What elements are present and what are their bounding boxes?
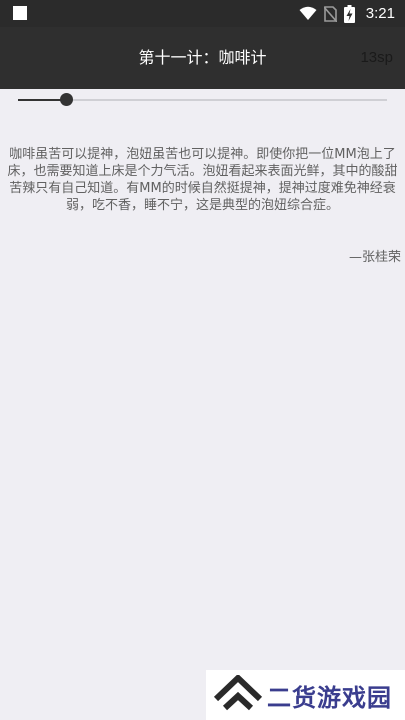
app-bar: 第十一计：咖啡计 13sp <box>0 27 405 89</box>
page-title: 第十一计：咖啡计 <box>138 48 267 67</box>
no-sim-icon <box>323 5 337 22</box>
battery-charging-icon <box>343 4 355 23</box>
watermark-text: 二货游戏园 <box>267 683 392 712</box>
wifi-icon <box>299 6 317 20</box>
article-body: 咖啡虽苦可以提神，泡妞虽苦也可以提神。即使你把一位MM泡上了床，也需要知道上床是… <box>7 147 398 213</box>
font-size-slider[interactable] <box>18 93 387 107</box>
watermark: 二货游戏园 <box>206 670 405 720</box>
notification-square-icon <box>13 6 27 20</box>
slider-track[interactable] <box>18 99 387 101</box>
status-icons: 3:21 <box>299 0 395 27</box>
status-bar: 3:21 <box>0 0 405 27</box>
watermark-logo-icon <box>214 675 262 711</box>
article-author: —张桂荣 <box>348 250 401 265</box>
font-size-indicator: 13sp <box>360 49 393 66</box>
slider-thumb[interactable] <box>59 93 73 106</box>
status-time: 3:21 <box>365 5 395 22</box>
slider-fill <box>18 99 66 101</box>
